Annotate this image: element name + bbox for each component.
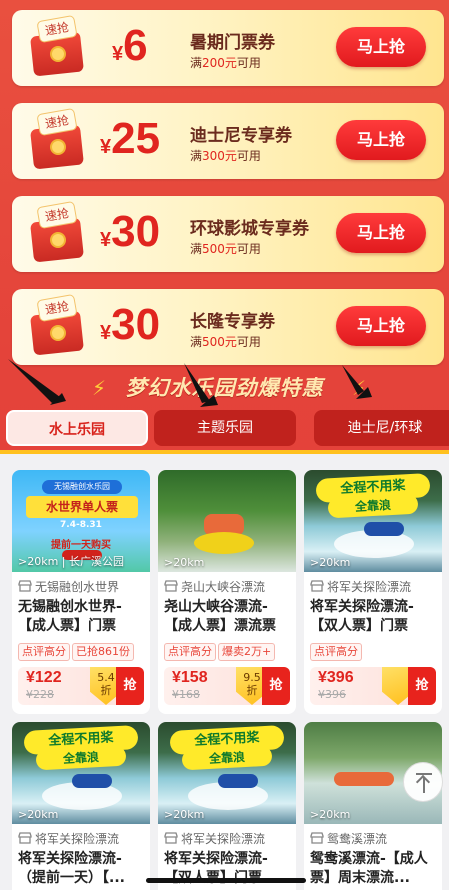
red-envelope-icon: 速抢 xyxy=(24,107,84,170)
shop-icon xyxy=(310,832,324,844)
currency-symbol: ¥ xyxy=(100,322,112,344)
coupon-amount: 30 xyxy=(111,300,161,349)
shop-icon xyxy=(310,580,324,592)
product-card[interactable]: 无锡融创水乐园 水世界单人票 7.4-8.31 提前一天购买 >20km | 长… xyxy=(12,470,150,714)
price-bar: ¥122 ¥228 5.4 折 抢 xyxy=(18,667,144,705)
grab-button[interactable]: 抢 xyxy=(408,667,436,705)
tag: 点评高分 xyxy=(164,643,216,661)
product-card[interactable]: 全程不用桨 全靠浪 >20km 将军关探险漂流 将军关探险漂流-【双人票】门票 … xyxy=(304,470,442,714)
poster-badge: 无锡融创水乐园 xyxy=(42,480,122,494)
shop-icon xyxy=(164,580,178,592)
product-name: 尧山大峡谷漂流-【成人票】漂流票 xyxy=(164,599,276,634)
grab-coupon-button[interactable]: 马上抢 xyxy=(336,27,426,67)
category-tabs: 水上乐园 主题乐园 迪士尼/环球 xyxy=(0,410,449,452)
distance-label: >20km xyxy=(18,808,59,821)
price: ¥122 xyxy=(26,669,62,686)
currency-symbol: ¥ xyxy=(100,229,112,251)
tab-water-park[interactable]: 水上乐园 xyxy=(6,410,148,446)
price: ¥396 xyxy=(318,669,354,686)
currency-symbol: ¥ xyxy=(100,136,112,158)
red-envelope-icon: 速抢 xyxy=(24,14,84,77)
distance-label: >20km xyxy=(164,556,205,569)
original-price: ¥168 xyxy=(172,688,200,701)
tab-disney-universal[interactable]: 迪士尼/环球 xyxy=(314,410,449,446)
coupon-card: 速抢 ¥25 迪士尼专享券 满300元可用 马上抢 xyxy=(12,103,444,179)
poster-title: 水世界单人票 xyxy=(26,496,138,518)
grab-button[interactable]: 抢 xyxy=(116,667,144,705)
product-image: 全程不用桨 全靠浪 >20km xyxy=(304,470,442,572)
distance-label: >20km | 长广溪公园 xyxy=(18,555,124,568)
product-image: >20km xyxy=(158,470,296,572)
original-price: ¥228 xyxy=(26,688,54,701)
pointer-arrow-icon xyxy=(8,359,60,403)
merchant-name: 将军关探险漂流 xyxy=(310,578,411,595)
price: ¥158 xyxy=(172,669,208,686)
product-tags: 点评高分 爆卖2万+ xyxy=(164,640,277,661)
product-tags: 点评高分 已抢861份 xyxy=(18,640,136,661)
shop-icon xyxy=(18,832,32,844)
grab-coupon-button[interactable]: 马上抢 xyxy=(336,306,426,346)
price-bar: ¥396 ¥396 抢 xyxy=(310,667,436,705)
original-price: ¥396 xyxy=(318,688,346,701)
red-envelope-icon: 速抢 xyxy=(24,200,84,263)
annotation-arrows xyxy=(8,359,372,407)
coupon-title: 迪士尼专享券 xyxy=(190,126,292,146)
poster-subtitle: 提前一天购买 xyxy=(51,540,111,551)
coupon-condition: 满200元可用 xyxy=(190,56,261,70)
pointer-arrow-icon xyxy=(184,363,210,403)
currency-symbol: ¥ xyxy=(112,43,124,65)
tag: 已抢861份 xyxy=(72,643,134,661)
merchant-name: 将军关探险漂流 xyxy=(18,830,119,847)
red-envelope-icon: 速抢 xyxy=(24,293,84,356)
distance-label: >20km xyxy=(310,556,351,569)
coupon-title: 环球影城专享券 xyxy=(190,219,309,239)
back-to-top-button[interactable] xyxy=(403,762,443,802)
coupon-card: 速抢 ¥30 长隆专享券 满500元可用 马上抢 xyxy=(12,289,444,365)
price-bar: ¥158 ¥168 9.5 折 抢 xyxy=(164,667,290,705)
tag: 爆卖2万+ xyxy=(218,643,276,661)
product-name: 无锡融创水世界-【成人票】门票 xyxy=(18,599,122,634)
merchant-name: 尧山大峡谷漂流 xyxy=(164,578,265,595)
coupon-condition: 满500元可用 xyxy=(190,242,261,256)
product-image: 全程不用桨 全靠浪 >20km xyxy=(158,722,296,824)
tag: 点评高分 xyxy=(18,643,70,661)
coupon-amount: 25 xyxy=(111,114,161,163)
shop-icon xyxy=(164,832,178,844)
coupon-card: 速抢 ¥30 环球影城专享券 满500元可用 马上抢 xyxy=(12,196,444,272)
grab-coupon-button[interactable]: 马上抢 xyxy=(336,213,426,253)
coupon-title: 暑期门票券 xyxy=(190,33,275,53)
product-card[interactable]: 全程不用桨 全靠浪 >20km 将军关探险漂流 将军关探险漂流-（提前一天）【.… xyxy=(12,722,150,890)
pointer-arrow-icon xyxy=(342,365,364,395)
product-image: 无锡融创水乐园 水世界单人票 7.4-8.31 提前一天购买 >20km | 长… xyxy=(12,470,150,572)
home-indicator xyxy=(146,878,306,883)
merchant-name: 无锡融创水世界 xyxy=(18,578,119,595)
distance-label: >20km xyxy=(164,808,205,821)
product-image: 全程不用桨 全靠浪 >20km xyxy=(12,722,150,824)
coupon-amount: 6 xyxy=(123,21,148,70)
coupon-amount: 30 xyxy=(111,207,161,256)
coupon-title: 长隆专享券 xyxy=(190,312,275,332)
product-name: 将军关探险漂流-【双人票】门票 xyxy=(310,599,414,634)
grab-button[interactable]: 抢 xyxy=(262,667,290,705)
grab-coupon-button[interactable]: 马上抢 xyxy=(336,120,426,160)
coupon-condition: 满300元可用 xyxy=(190,149,261,163)
merchant-name: 将军关探险漂流 xyxy=(164,830,265,847)
product-card[interactable]: >20km 尧山大峡谷漂流 尧山大峡谷漂流-【成人票】漂流票 点评高分 爆卖2万+… xyxy=(158,470,296,714)
tag: 点评高分 xyxy=(310,643,362,661)
page: 速抢 ¥6 暑期门票券 满200元可用 马上抢 速抢 ¥25 迪士尼专享券 满3… xyxy=(0,0,449,890)
product-name: 将军关探险漂流-（提前一天）【... xyxy=(18,851,125,886)
coupon-condition: 满500元可用 xyxy=(190,335,261,349)
merchant-name: 鸳鸯溪漂流 xyxy=(310,830,387,847)
shop-icon xyxy=(18,580,32,592)
distance-label: >20km xyxy=(310,808,351,821)
tab-theme-park[interactable]: 主题乐园 xyxy=(154,410,296,446)
product-tags: 点评高分 xyxy=(310,640,364,661)
product-card[interactable]: >20km 鸳鸯溪漂流 鸳鸯溪漂流-【成人票】周末漂流... xyxy=(304,722,442,890)
product-card[interactable]: 全程不用桨 全靠浪 >20km 将军关探险漂流 将军关探险漂流-【双人票】门票 xyxy=(158,722,296,890)
poster-date: 7.4-8.31 xyxy=(60,520,102,530)
product-name: 鸳鸯溪漂流-【成人票】周末漂流... xyxy=(310,851,428,886)
coupon-card: 速抢 ¥6 暑期门票券 满200元可用 马上抢 xyxy=(12,10,444,86)
